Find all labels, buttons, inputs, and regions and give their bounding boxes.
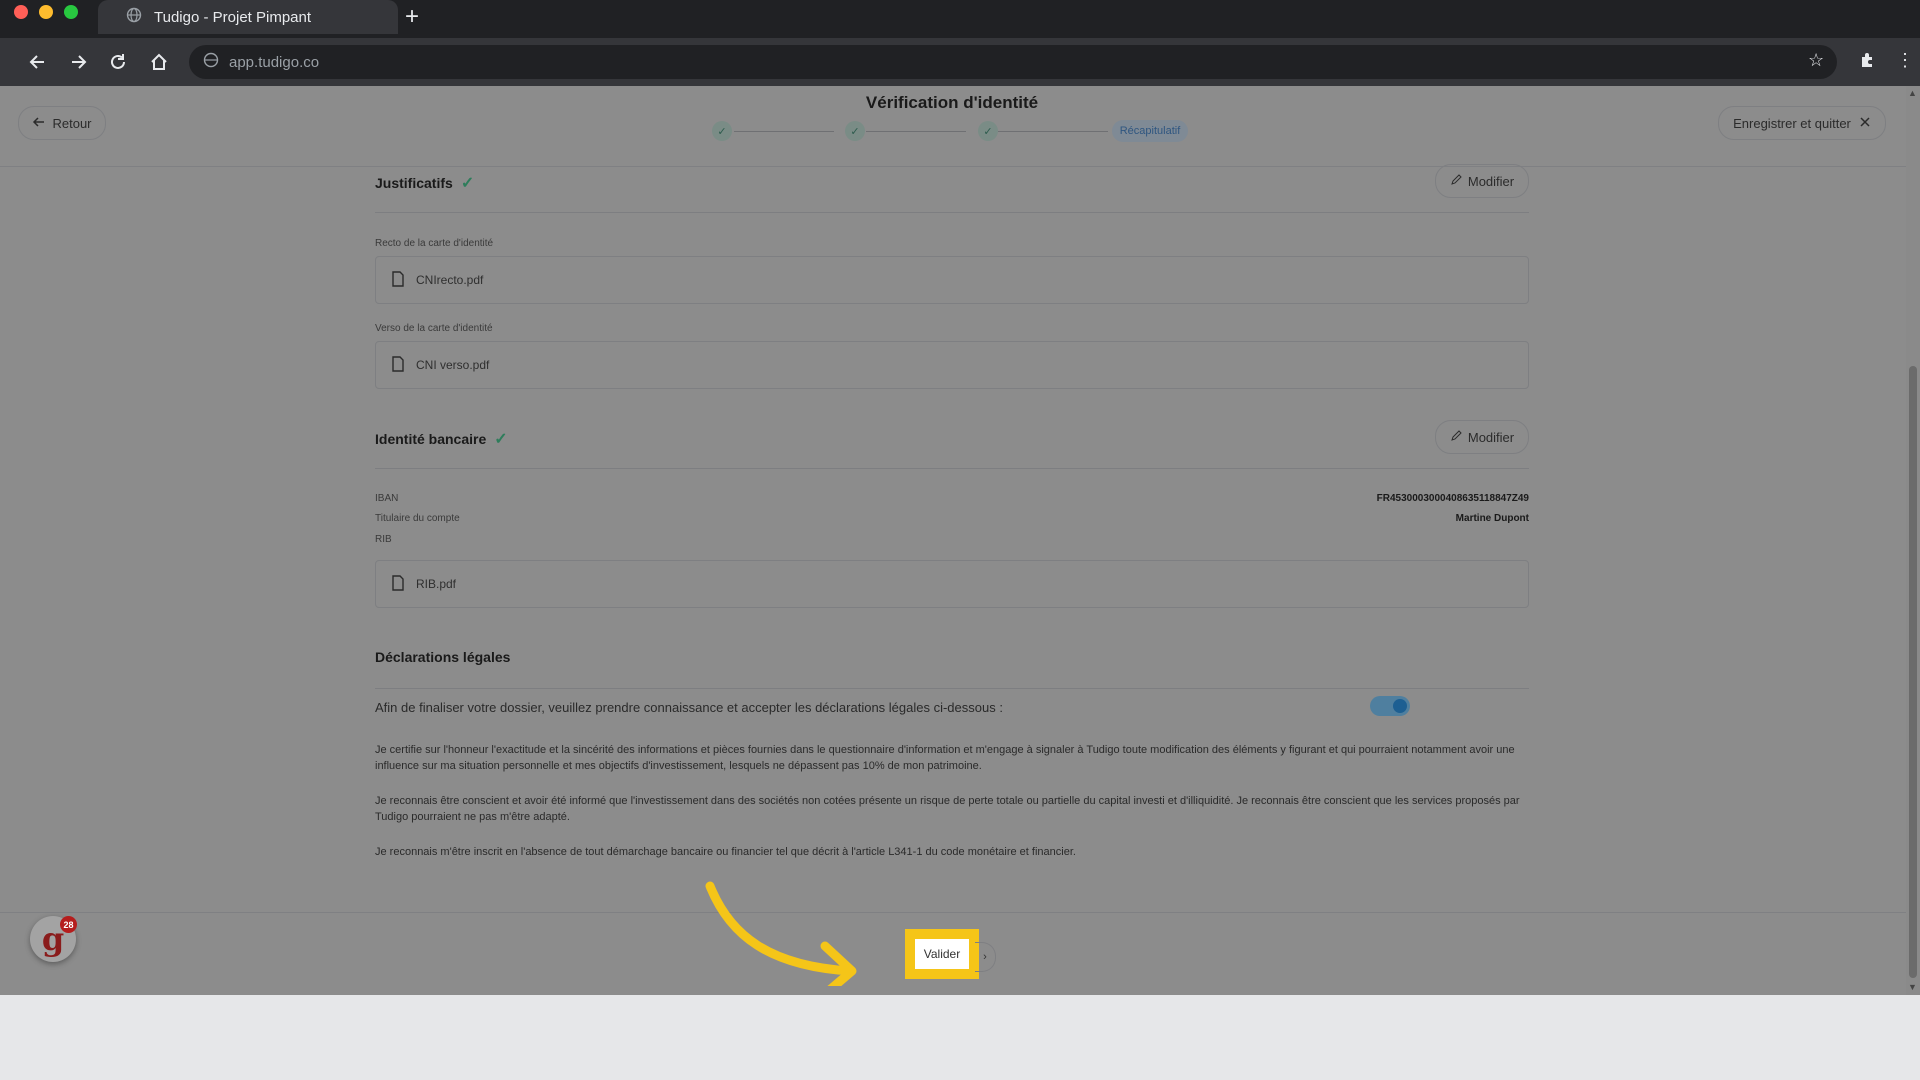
check-icon: ✓: [850, 125, 860, 138]
modify-banque-button[interactable]: Modifier: [1435, 420, 1529, 454]
toggle-knob: [1393, 699, 1407, 713]
check-icon: ✓: [460, 175, 475, 192]
holder-label: Titulaire du compte: [375, 513, 460, 524]
globe-icon: [126, 7, 142, 27]
rib-file[interactable]: RIB.pdf: [375, 560, 1529, 608]
back-label: Retour: [52, 115, 92, 131]
step-connector: [734, 131, 834, 132]
check-icon: ✓: [983, 125, 993, 138]
iban-value: FR4530003000408635118847Z49: [1376, 493, 1529, 504]
browser-tab-strip: Tudigo - Projet Pimpant +: [0, 0, 1920, 38]
verso-label: Verso de la carte d'identité: [375, 323, 493, 334]
modify-label: Modifier: [1467, 173, 1515, 189]
section-title: Justificatifs ✓: [375, 173, 474, 193]
new-tab-button[interactable]: +: [405, 2, 419, 32]
chevron-right-icon[interactable]: ›: [975, 942, 996, 972]
url-text: app.tudigo.co: [229, 53, 320, 71]
bookmark-star-icon[interactable]: ☆: [1808, 50, 1824, 71]
section-justificatifs-header: Justificatifs ✓ Modifier: [375, 152, 1529, 213]
document-icon: [391, 355, 405, 375]
footer-divider: [0, 912, 1920, 913]
check-icon: ✓: [717, 125, 727, 138]
pencil-icon: [1450, 173, 1462, 189]
accept-declarations-toggle[interactable]: [1370, 696, 1410, 716]
validate-highlight: Valider: [905, 929, 979, 979]
step-connector: [866, 131, 966, 132]
section-title: Déclarations légales: [375, 649, 510, 665]
tutorial-arrow-icon: [705, 881, 857, 986]
section-declarations-header: Déclarations légales: [375, 628, 1529, 689]
home-icon[interactable]: [145, 48, 173, 76]
browser-toolbar: app.tudigo.co ☆ ⋮: [0, 38, 1920, 86]
declarations-intro: Afin de finaliser votre dossier, veuille…: [375, 700, 1003, 715]
desktop-background: [0, 995, 1920, 1080]
rib-label: RIB: [375, 534, 392, 545]
document-icon: [391, 574, 405, 594]
progress-stepper: ✓ ✓ ✓ Récapitulatif: [712, 120, 1192, 142]
close-window-button[interactable]: [14, 5, 28, 19]
reload-icon[interactable]: [104, 48, 132, 76]
save-and-quit-button[interactable]: Enregistrer et quitter: [1718, 106, 1886, 140]
minimize-window-button[interactable]: [39, 5, 53, 19]
justificatifs-title: Justificatifs: [375, 175, 453, 191]
scroll-down-icon[interactable]: ▼: [1908, 982, 1917, 992]
scroll-up-icon[interactable]: ▲: [1908, 88, 1917, 98]
maximize-window-button[interactable]: [64, 5, 78, 19]
step-1-done[interactable]: ✓: [712, 121, 732, 141]
section-banque-header: Identité bancaire ✓ Modifier: [375, 408, 1529, 469]
forward-arrow-icon[interactable]: [64, 48, 92, 76]
modify-justificatifs-button[interactable]: Modifier: [1435, 164, 1529, 198]
back-arrow-icon[interactable]: [24, 48, 52, 76]
scrollbar-thumb[interactable]: [1909, 366, 1917, 978]
save-quit-label: Enregistrer et quitter: [1733, 115, 1851, 131]
step-3-done[interactable]: ✓: [978, 121, 998, 141]
rib-filename: RIB.pdf: [416, 577, 457, 591]
step-current: Récapitulatif: [1112, 120, 1188, 142]
browser-tab[interactable]: Tudigo - Projet Pimpant: [98, 0, 398, 34]
notification-badge: 28: [60, 916, 77, 933]
tab-title: Tudigo - Projet Pimpant: [154, 8, 312, 26]
validate-button[interactable]: Valider: [915, 939, 969, 969]
pencil-icon: [1450, 429, 1462, 445]
step-2-done[interactable]: ✓: [845, 121, 865, 141]
arrow-left-icon: [32, 115, 46, 132]
check-icon: ✓: [494, 431, 508, 448]
menu-kebab-icon[interactable]: ⋮: [1896, 50, 1914, 71]
recto-file[interactable]: CNIrecto.pdf: [375, 256, 1529, 304]
verso-filename: CNI verso.pdf: [416, 358, 490, 372]
declaration-paragraph-3: Je reconnais m'être inscrit en l'absence…: [375, 846, 1076, 858]
page-scrollbar[interactable]: ▲ ▼: [1906, 86, 1920, 995]
declaration-paragraph-1: Je certifie sur l'honneur l'exactitude e…: [375, 744, 1515, 772]
section-title: Identité bancaire ✓: [375, 429, 508, 449]
declarations-title: Déclarations légales: [375, 649, 511, 665]
site-info-icon[interactable]: [203, 52, 219, 72]
recto-filename: CNIrecto.pdf: [416, 273, 484, 287]
extensions-icon[interactable]: [1858, 50, 1878, 75]
holder-value: Martine Dupont: [1455, 513, 1529, 524]
declaration-paragraph-2: Je reconnais être conscient et avoir été…: [375, 795, 1520, 823]
step-connector: [998, 131, 1108, 132]
iban-label: IBAN: [375, 493, 399, 504]
modify-label: Modifier: [1467, 429, 1515, 445]
window-controls: [14, 5, 78, 19]
banque-title: Identité bancaire: [375, 431, 487, 447]
close-icon: [1859, 116, 1871, 131]
document-icon: [391, 270, 405, 290]
recto-label: Recto de la carte d'identité: [375, 238, 494, 249]
page-viewport: Retour Vérification d'identité ✓ ✓ ✓ Réc…: [0, 86, 1920, 995]
address-bar[interactable]: app.tudigo.co: [189, 45, 1837, 79]
page-title: Vérification d'identité: [865, 93, 1039, 112]
verso-file[interactable]: CNI verso.pdf: [375, 341, 1529, 389]
